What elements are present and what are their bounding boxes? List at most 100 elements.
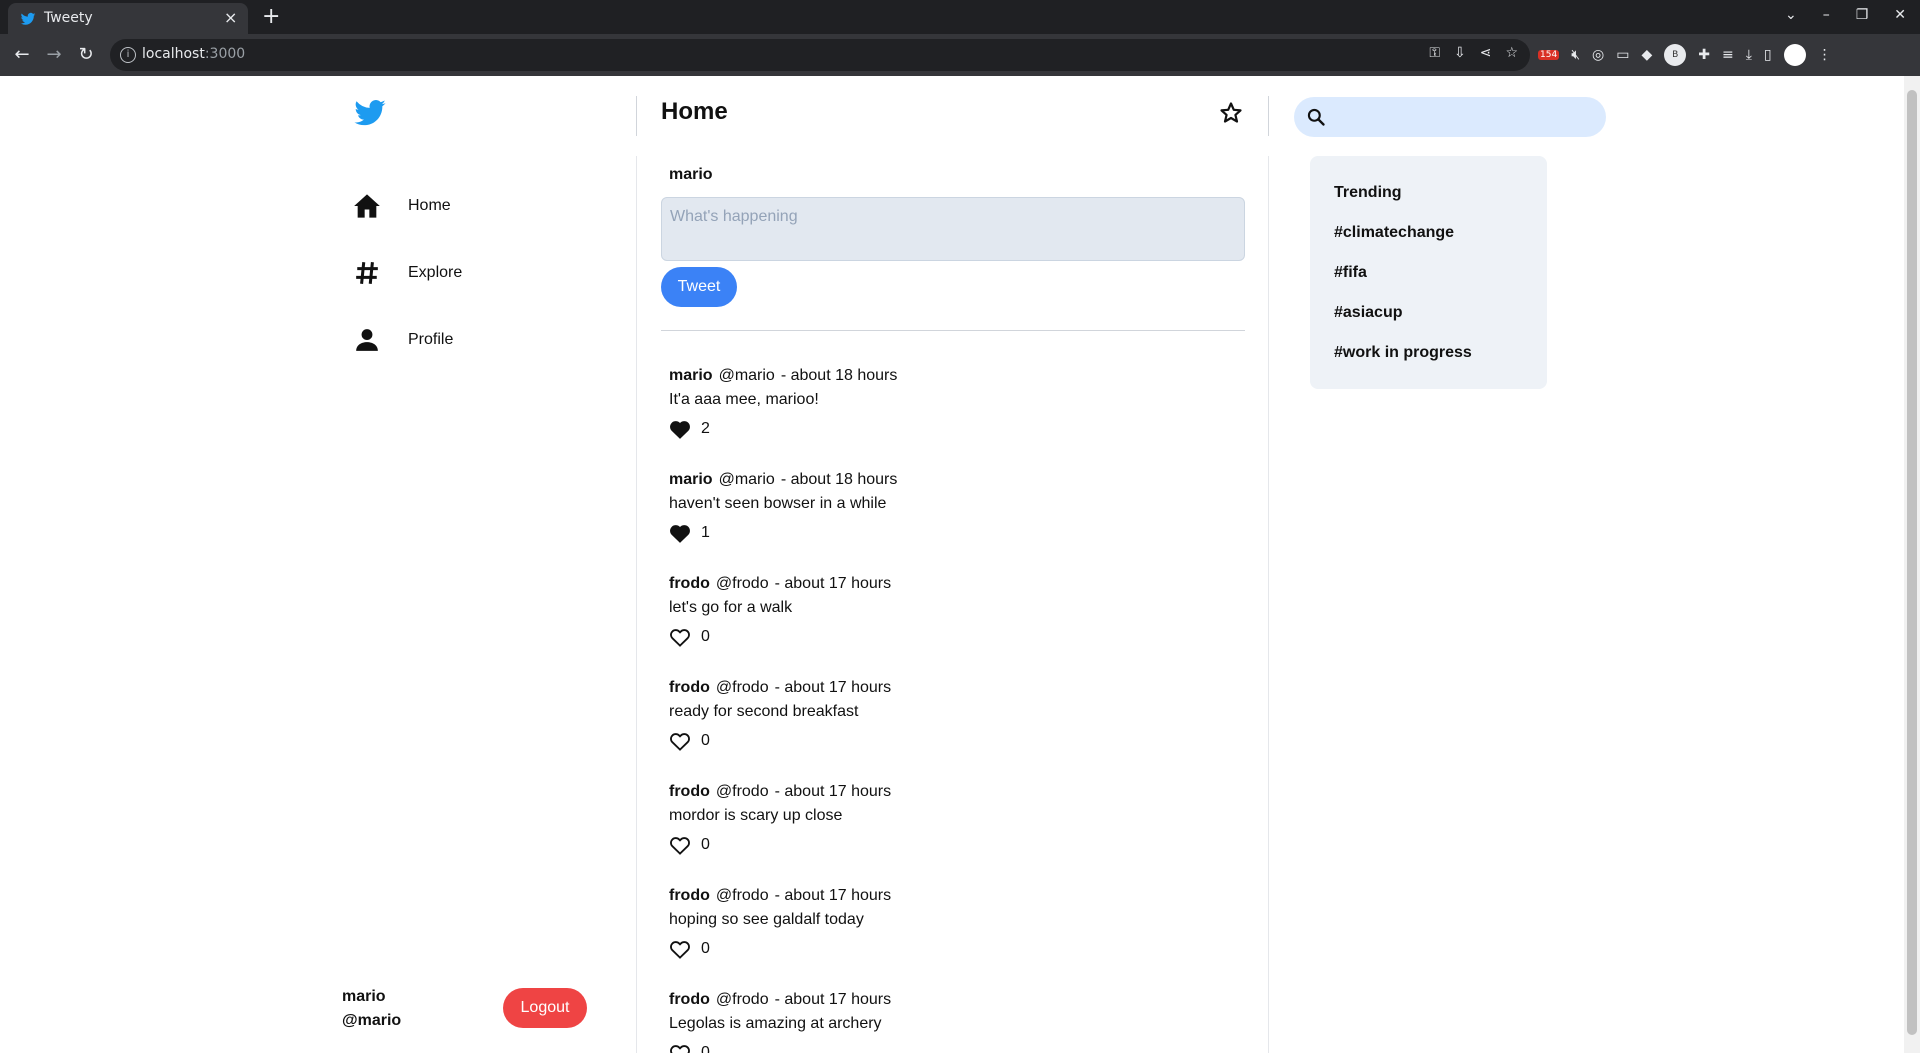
heart-icon[interactable]: [669, 627, 691, 647]
nav-label-explore: Explore: [408, 264, 463, 281]
trending-item[interactable]: #climatechange: [1334, 224, 1523, 264]
address-bar[interactable]: i localhost:3000 ⚿ ⇩ ⋖ ☆: [110, 39, 1530, 71]
tweet-item[interactable]: frodo @frodo - about 17 hours Legolas is am…: [669, 991, 1249, 1053]
tweet-header: mario @mario - about 18 hours: [669, 367, 1249, 385]
tweet-item[interactable]: frodo @frodo - about 17 hours ready for sec…: [669, 679, 1249, 783]
tweet-text: haven't seen bowser in a while: [669, 495, 887, 512]
new-tab-button[interactable]: +: [262, 4, 280, 29]
install-icon[interactable]: ⇩: [1454, 45, 1466, 61]
tweet-likes: 0: [669, 627, 1249, 647]
site-info-icon[interactable]: i: [120, 47, 136, 63]
star-icon[interactable]: [1219, 101, 1243, 125]
nav-item-home[interactable]: Home: [352, 188, 451, 224]
extension-icon[interactable]: ◎: [1592, 47, 1604, 63]
extension-badge[interactable]: 154: [1538, 50, 1560, 60]
tweet-likes: 0: [669, 835, 1249, 855]
tweet-text: mordor is scary up close: [669, 807, 843, 824]
tweet-author-name: frodo: [669, 783, 710, 800]
browser-toolbar: ← → ↻ i localhost:3000 ⚿ ⇩ ⋖ ☆ 154 🔇︎ ◎ …: [0, 34, 1920, 76]
page: Home Explore Profile mario @mario Logout…: [0, 76, 1920, 1053]
tweet-header: frodo @frodo - about 17 hours: [669, 991, 1249, 1009]
cast-icon[interactable]: ▭: [1616, 47, 1629, 63]
tweet-composer-input[interactable]: [661, 197, 1245, 261]
side-panel-icon[interactable]: ▯: [1764, 47, 1772, 63]
tweet-item[interactable]: frodo @frodo - about 17 hours mordor is sca…: [669, 783, 1249, 887]
tab-list-icon[interactable]: ⌄: [1785, 7, 1797, 23]
heart-icon[interactable]: [669, 731, 691, 751]
person-icon: [352, 325, 382, 355]
tweet-author-name: frodo: [669, 679, 710, 696]
account-avatar[interactable]: [1783, 44, 1806, 66]
tweet-header: mario @mario - about 18 hours: [669, 471, 1249, 489]
like-count: 0: [701, 628, 710, 645]
tweet-likes: 0: [669, 939, 1249, 959]
search-bar[interactable]: [1294, 97, 1606, 137]
hashtag-icon: [352, 258, 382, 288]
download-icon[interactable]: ⤓: [1746, 47, 1752, 63]
scrollbar-thumb[interactable]: [1907, 90, 1917, 1035]
logout-button[interactable]: Logout: [503, 988, 587, 1028]
tweet-item[interactable]: frodo @frodo - about 17 hours let's go for …: [669, 575, 1249, 679]
search-input[interactable]: [1334, 103, 1594, 131]
nav-item-explore[interactable]: Explore: [352, 255, 462, 291]
heart-icon[interactable]: [669, 523, 691, 543]
heart-icon[interactable]: [669, 939, 691, 959]
forward-icon[interactable]: →: [42, 43, 66, 67]
composer-user-name: mario: [669, 166, 713, 183]
heart-icon[interactable]: [669, 419, 691, 439]
back-icon[interactable]: ←: [10, 43, 34, 67]
media-icon[interactable]: ≡: [1722, 47, 1734, 63]
tweet-author-handle: @frodo: [715, 887, 769, 904]
tweet-text: It'a aaa mee, marioo!: [669, 391, 819, 408]
tweet-author-name: frodo: [669, 887, 710, 904]
tweet-likes: 2: [669, 419, 1249, 439]
tweet-timestamp: - about 18 hours: [780, 367, 898, 384]
tweet-text: Legolas is amazing at archery: [669, 1015, 882, 1032]
share-icon[interactable]: ⋖: [1480, 45, 1492, 61]
bookmark-star-icon[interactable]: ☆: [1505, 45, 1518, 61]
like-count: 1: [701, 524, 710, 541]
tweet-text: ready for second breakfast: [669, 703, 859, 720]
heart-icon[interactable]: [669, 1043, 691, 1053]
tab-close-icon[interactable]: ×: [224, 8, 237, 27]
tweet-text: hoping so see galdalf today: [669, 911, 864, 928]
browser-tabbar: Tweety × + ⌄ – ❐ ✕: [0, 0, 1920, 34]
tweet-header: frodo @frodo - about 17 hours: [669, 575, 1249, 593]
profile-avatar[interactable]: B: [1664, 44, 1687, 66]
tweet-author-handle: @frodo: [715, 783, 769, 800]
tweet-author-name: mario: [669, 367, 713, 384]
puzzle-icon[interactable]: ✚: [1698, 47, 1710, 63]
tweet-item[interactable]: mario @mario - about 18 hours It'a aaa mee,…: [669, 367, 1249, 471]
trending-item[interactable]: #fifa: [1334, 264, 1523, 304]
restore-icon[interactable]: ❐: [1856, 7, 1869, 23]
menu-icon[interactable]: ⋮: [1818, 47, 1832, 63]
trending-item[interactable]: #work in progress: [1334, 344, 1523, 384]
tweet-item[interactable]: mario @mario - about 18 hours haven't seen …: [669, 471, 1249, 575]
tweet-author-handle: @frodo: [715, 679, 769, 696]
tweet-item[interactable]: frodo @frodo - about 17 hours hoping so see…: [669, 887, 1249, 991]
url-text: localhost:3000: [142, 46, 246, 62]
tweet-timestamp: - about 17 hours: [774, 991, 892, 1008]
tweet-text: let's go for a walk: [669, 599, 793, 616]
close-window-icon[interactable]: ✕: [1894, 7, 1906, 23]
page-scrollbar[interactable]: [1904, 76, 1920, 1053]
tweet-header: frodo @frodo - about 17 hours: [669, 679, 1249, 697]
tweet-author-name: mario: [669, 471, 713, 488]
nav-label-profile: Profile: [408, 331, 454, 348]
minimize-icon[interactable]: –: [1823, 7, 1830, 23]
tweet-button[interactable]: Tweet: [661, 267, 737, 307]
browser-tab[interactable]: Tweety ×: [8, 3, 248, 34]
tweet-timestamp: - about 17 hours: [774, 679, 892, 696]
color-extension-icon[interactable]: ◆: [1641, 47, 1652, 63]
extensions-area: 154 🔇︎ ◎ ▭ ◆ B ✚ ≡ ⤓ ▯ ⋮: [1538, 44, 1832, 66]
mute-icon[interactable]: 🔇︎: [1571, 47, 1580, 63]
nav-item-profile[interactable]: Profile: [352, 322, 453, 358]
trending-item[interactable]: #asiacup: [1334, 304, 1523, 344]
reload-icon[interactable]: ↻: [74, 43, 98, 67]
like-count: 0: [701, 732, 710, 749]
key-icon[interactable]: ⚿: [1429, 45, 1440, 61]
heart-icon[interactable]: [669, 835, 691, 855]
composer-divider: [661, 330, 1245, 331]
tweet-author-handle: @mario: [718, 367, 775, 384]
twitter-logo-icon[interactable]: [349, 96, 391, 130]
